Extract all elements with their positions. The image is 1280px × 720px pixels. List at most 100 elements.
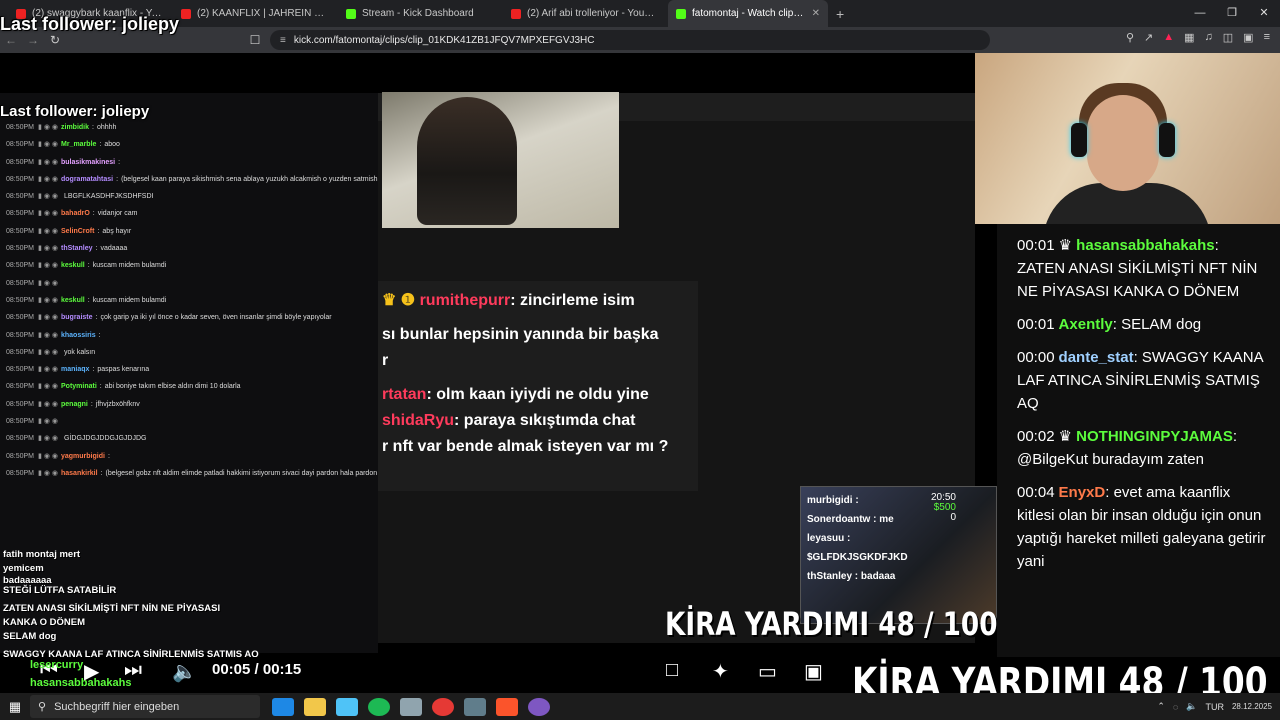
zoom-icon[interactable]: ⚲: [1126, 31, 1134, 44]
badge-icons: ▮ ◉ ◉: [38, 400, 58, 408]
browser-tab[interactable]: fatomontaj - Watch clips on K ✕: [668, 0, 828, 27]
chat-time: 08:50PM: [6, 245, 35, 253]
discord-icon[interactable]: [528, 697, 550, 716]
overlay-colon: :: [454, 412, 464, 429]
theater-icon[interactable]: ▭: [758, 659, 777, 684]
wifi-icon[interactable]: ◌: [1173, 702, 1178, 712]
chat-username[interactable]: khaossiris: [61, 332, 96, 339]
bookmark-icon[interactable]: ☐: [244, 33, 266, 47]
brave-shield-icon[interactable]: ▲: [1163, 31, 1174, 44]
puzzle-icon[interactable]: ▦: [1184, 31, 1194, 44]
overlay-chat-text: r: [382, 352, 389, 369]
crop-icon[interactable]: □: [666, 659, 678, 682]
chrome-icon[interactable]: [432, 697, 454, 716]
chat-message: 08:50PM ▮ ◉ ◉ Potyminati: abi boniye takım …: [0, 378, 378, 395]
language-indicator[interactable]: TUR: [1205, 702, 1224, 712]
live-chat-time: 00:01: [1017, 237, 1055, 254]
taskbar-search[interactable]: ⚲ Suchbegriff hier eingeben: [30, 695, 260, 718]
overlay-chat-line: ♛ ❶ rumithepurr: zincirleme isim: [382, 289, 694, 313]
youtube-icon: [181, 8, 191, 19]
badge-icons: ▮ ◉ ◉: [38, 279, 58, 287]
back-icon[interactable]: ←: [0, 33, 22, 47]
chat-username[interactable]: bahadrO: [61, 210, 90, 217]
chat-message: 08:50PM ▮ ◉ ◉ dogramatahtasi: (belgesel kaa…: [0, 171, 378, 188]
live-chat-user: NOTHINGINPYJAMAS: [1076, 428, 1233, 445]
overlay-chat-text: paraya sıkıştımda chat: [463, 412, 636, 429]
chat-username[interactable]: yagmurbigidi: [61, 453, 105, 460]
chat-username[interactable]: keskull: [61, 297, 85, 304]
screen: (2) swaggybark kaanflix - YouTube(2) KAA…: [0, 0, 1280, 720]
chat-text: (belgesel kaan paraya sikishmish sena ab…: [121, 175, 378, 183]
volume-icon[interactable]: 🔈: [172, 659, 197, 684]
last-follower-overlay-inner: Last follower: joliepy: [0, 103, 150, 120]
chat-username[interactable]: bugraiste: [61, 314, 93, 321]
reload-icon[interactable]: ↻: [44, 33, 66, 47]
headphone-left: [1071, 123, 1087, 157]
close-tab-icon[interactable]: ✕: [812, 8, 820, 19]
chat-colon: :: [97, 227, 100, 235]
live-chat-user: dante_stat: [1058, 349, 1134, 366]
chat-username[interactable]: penagni: [61, 401, 88, 408]
explorer-icon[interactable]: [304, 697, 326, 716]
chat-username[interactable]: Mr_marble: [61, 141, 96, 148]
site-info-icon[interactable]: ≡: [280, 35, 286, 46]
pip-chat: murbigidi : Sonerdoantw : me leyasuu : $GLF…: [801, 487, 996, 590]
chat-time: 08:50PM: [6, 193, 35, 201]
share-icon[interactable]: ↗: [1144, 31, 1153, 44]
chat-username[interactable]: bulasikmakinesi: [61, 159, 115, 166]
minimize-icon[interactable]: —: [1184, 0, 1216, 27]
youtube-icon: [511, 8, 521, 19]
badge-icons: ▮ ◉ ◉: [38, 366, 58, 374]
video-player[interactable]: 08:50PM ▮ ◉ ◉ zimbidik: ohhhh 08:50PM ▮ ◉ ◉ Mr…: [0, 53, 1280, 674]
live-chat-time: 00:00: [1017, 349, 1055, 366]
badge-icons: ▮ ◉ ◉: [38, 175, 58, 183]
clock[interactable]: 28.12.2025: [1232, 702, 1272, 712]
chat-colon: :: [92, 366, 95, 374]
windows-start-icon[interactable]: ▦: [0, 699, 30, 715]
chat-username[interactable]: keskull: [61, 262, 85, 269]
live-chat-message: 00:01 Axently: SELAM dog: [1017, 313, 1266, 336]
chat-username[interactable]: maniaqx: [61, 366, 89, 373]
pip-stream: murbigidi : Sonerdoantw : me leyasuu : $GLF…: [800, 486, 997, 624]
overlay-chat-line: rtatan: olm kaan iyiydi ne oldu yine: [382, 383, 694, 407]
chat-message: 08:50PM ▮ ◉ ◉ thStanley: vadaaaa: [0, 240, 378, 257]
badge-icons: ▮ ◉ ◉: [38, 210, 58, 218]
chat-username[interactable]: dogramatahtasi: [61, 176, 113, 183]
brave-icon[interactable]: [496, 697, 518, 716]
store-icon[interactable]: [336, 697, 358, 716]
obs-icon[interactable]: [464, 697, 486, 716]
forward-icon[interactable]: →: [22, 33, 44, 47]
new-tab-button[interactable]: +: [836, 6, 844, 22]
sparkle-icon[interactable]: ✦: [712, 659, 729, 684]
close-window-icon[interactable]: ✕: [1248, 0, 1280, 27]
wallet-icon[interactable]: ▣: [1243, 31, 1253, 44]
chat-time: 08:50PM: [6, 262, 35, 270]
chat-message: 08:50PM ▮ ◉ ◉: [0, 275, 378, 292]
chat-username[interactable]: hasankirkil: [61, 470, 98, 477]
address-bar[interactable]: ≡ kick.com/fatomontaj/clips/clip_01KDK41…: [270, 30, 990, 50]
live-chat-text: @BilgeKut buradayım zaten: [1017, 451, 1204, 468]
browser-tab[interactable]: (2) Arif abi trolleniyor - YouTube: [503, 0, 668, 27]
chat-username[interactable]: zimbidik: [61, 124, 89, 131]
chat-message: 08:50PM ▮ ◉ ◉ maniaqx: paspas kenarına: [0, 361, 378, 378]
spotify-icon[interactable]: [368, 697, 390, 716]
chat-text: kuscam midem bulamdi: [92, 296, 167, 304]
menu-icon[interactable]: ≡: [1264, 31, 1270, 44]
chat-username[interactable]: thStanley: [61, 245, 93, 252]
chat-text: yok kalsın: [64, 348, 96, 356]
pip-icon[interactable]: ▣: [804, 659, 823, 684]
chat-username[interactable]: SelinCroft: [61, 228, 94, 235]
edge-icon[interactable]: [272, 697, 294, 716]
overlay-chat-user: rumithepurr: [419, 292, 511, 309]
sidebar-icon[interactable]: ◫: [1223, 31, 1233, 44]
speaker-icon[interactable]: 🔈: [1186, 701, 1197, 712]
browser-tab[interactable]: Stream - Kick Dashboard: [338, 0, 503, 27]
chat-username[interactable]: Potyminati: [61, 383, 97, 390]
browser-tab[interactable]: (2) KAANFLIX | JAHREIN VE SWAGGY: [173, 0, 338, 27]
tray-chevron-icon[interactable]: ⌃: [1157, 701, 1165, 712]
music-icon[interactable]: ♫: [1205, 31, 1213, 44]
chat-text: abi boniye takım elbise aldın dimi 10 do…: [104, 383, 241, 391]
chat-message: 08:50PM ▮ ◉ ◉ SelinCroft: abş hayır: [0, 223, 378, 240]
maximize-icon[interactable]: ❐: [1216, 0, 1248, 27]
calculator-icon[interactable]: [400, 697, 422, 716]
